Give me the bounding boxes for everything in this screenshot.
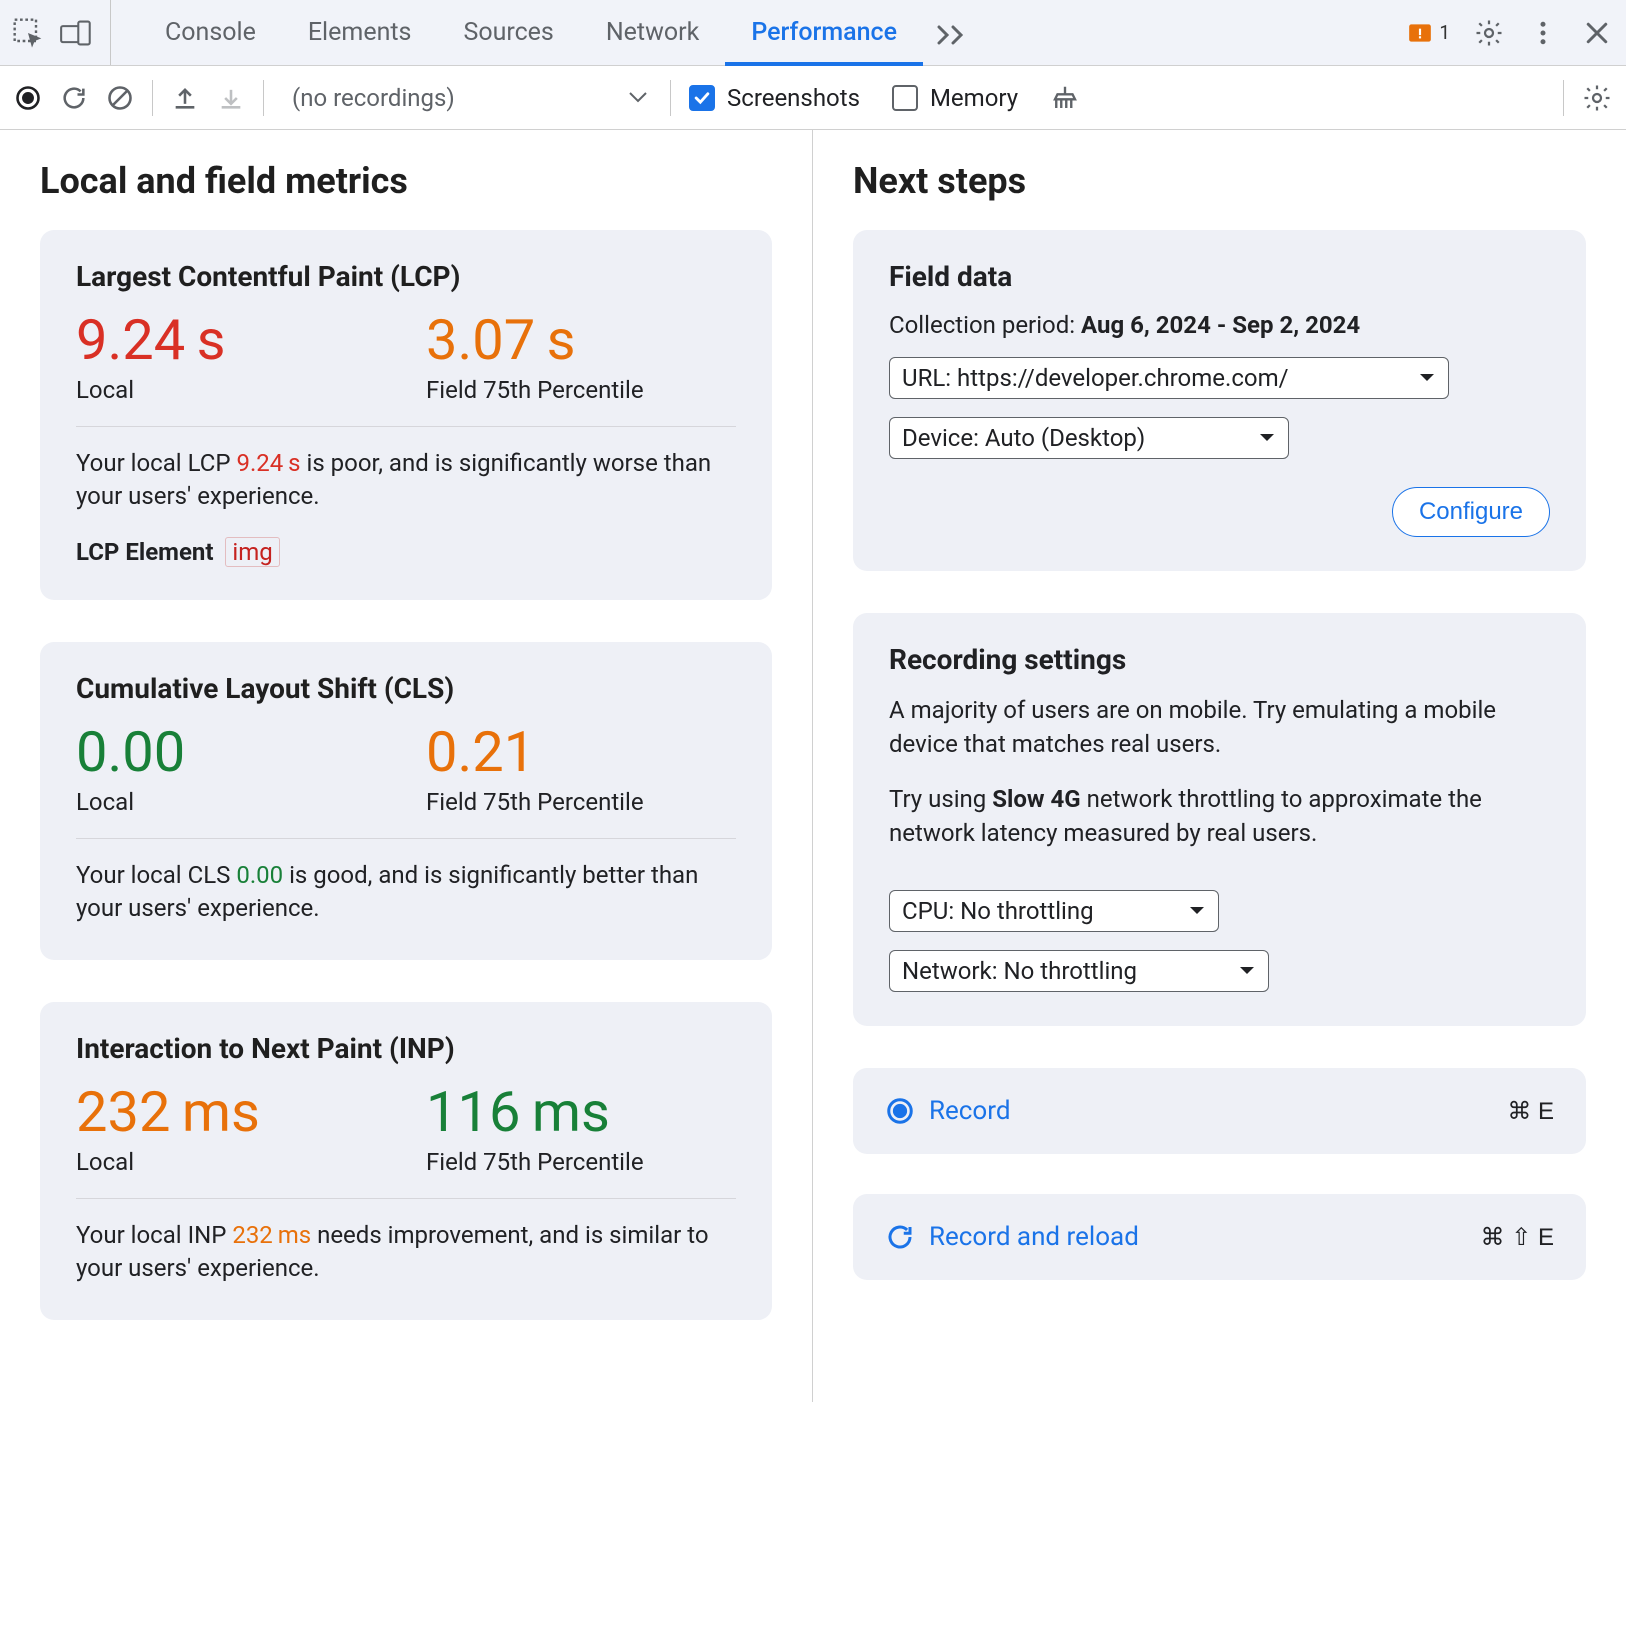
- lcp-field-label: Field 75th Percentile: [426, 376, 706, 404]
- record-shortcut: ⌘ E: [1507, 1097, 1554, 1126]
- lcp-field-value: 3.07 s: [426, 311, 706, 370]
- recordings-label: (no recordings): [292, 84, 455, 112]
- memory-label: Memory: [930, 84, 1018, 112]
- cls-card: Cumulative Layout Shift (CLS) 0.00 Local…: [40, 642, 772, 960]
- inp-card: Interaction to Next Paint (INP) 232 ms L…: [40, 1002, 772, 1320]
- screenshots-label: Screenshots: [727, 84, 860, 112]
- recording-settings-card: Recording settings A majority of users a…: [853, 613, 1586, 1026]
- tab-network[interactable]: Network: [580, 0, 725, 65]
- cls-title: Cumulative Layout Shift (CLS): [76, 672, 736, 705]
- chevron-down-icon: [628, 91, 648, 105]
- lcp-title: Largest Contentful Paint (LCP): [76, 260, 736, 293]
- cls-description: Your local CLS 0.00 is good, and is sign…: [76, 859, 736, 926]
- more-tabs-icon[interactable]: [935, 21, 969, 45]
- chevron-down-icon: [1418, 372, 1436, 384]
- cls-field-value: 0.21: [426, 723, 706, 782]
- tab-elements[interactable]: Elements: [282, 0, 438, 65]
- inp-local-label: Local: [76, 1148, 356, 1176]
- metrics-column: Local and field metrics Largest Contentf…: [0, 130, 813, 1402]
- lcp-description: Your local LCP 9.24 s is poor, and is si…: [76, 447, 736, 514]
- recording-desc-1: A majority of users are on mobile. Try e…: [889, 694, 1550, 761]
- reload-record-icon[interactable]: [60, 84, 88, 112]
- devtools-tabbar: Console Elements Sources Network Perform…: [0, 0, 1626, 66]
- inp-local-value: 232 ms: [76, 1083, 356, 1142]
- toolbar-options: Screenshots Memory: [689, 83, 1545, 113]
- cls-local-value: 0.00: [76, 723, 356, 782]
- record-reload-action[interactable]: Record and reload: [885, 1222, 1139, 1252]
- metrics-heading: Local and field metrics: [40, 160, 772, 202]
- collection-period: Collection period: Aug 6, 2024 - Sep 2, …: [889, 311, 1550, 339]
- tabbar-right: 1: [1407, 18, 1612, 48]
- cls-local-label: Local: [76, 788, 356, 816]
- toolbar-separator: [670, 80, 671, 116]
- inp-title: Interaction to Next Paint (INP): [76, 1032, 736, 1065]
- record-reload-shortcut: ⌘ ⇧ E: [1481, 1223, 1554, 1252]
- chevron-down-icon: [1188, 905, 1206, 917]
- next-steps-heading: Next steps: [853, 160, 1586, 202]
- inspect-element-icon[interactable]: [12, 17, 44, 49]
- record-button-icon[interactable]: [14, 84, 42, 112]
- next-steps-column: Next steps Field data Collection period:…: [813, 130, 1626, 1402]
- tab-console[interactable]: Console: [139, 0, 282, 65]
- cpu-throttling-select[interactable]: CPU: No throttling: [889, 890, 1219, 932]
- close-icon[interactable]: [1582, 18, 1612, 48]
- inp-field-value: 116 ms: [426, 1083, 706, 1142]
- inp-field-label: Field 75th Percentile: [426, 1148, 706, 1176]
- inp-description: Your local INP 232 ms needs improvement,…: [76, 1219, 736, 1286]
- kebab-menu-icon[interactable]: [1528, 18, 1558, 48]
- network-throttling-select[interactable]: Network: No throttling: [889, 950, 1269, 992]
- screenshots-checkbox[interactable]: [689, 85, 715, 111]
- recording-desc-2: Try using Slow 4G network throttling to …: [889, 783, 1550, 850]
- cls-field-label: Field 75th Percentile: [426, 788, 706, 816]
- lcp-local-value: 9.24 s: [76, 311, 356, 370]
- issues-badge[interactable]: 1: [1407, 20, 1450, 46]
- record-reload-action-card: Record and reload ⌘ ⇧ E: [853, 1194, 1586, 1280]
- tabbar-left-tools: [12, 0, 111, 65]
- toolbar-separator: [1563, 80, 1564, 116]
- lcp-card: Largest Contentful Paint (LCP) 9.24 s Lo…: [40, 230, 772, 600]
- field-data-card: Field data Collection period: Aug 6, 202…: [853, 230, 1586, 571]
- settings-gear-icon[interactable]: [1474, 18, 1504, 48]
- recordings-dropdown[interactable]: (no recordings): [282, 84, 652, 112]
- record-action[interactable]: Record: [885, 1096, 1010, 1126]
- chevron-down-icon: [1258, 432, 1276, 444]
- chevron-down-icon: [1238, 965, 1256, 977]
- main-content: Local and field metrics Largest Contentf…: [0, 130, 1626, 1402]
- recording-settings-title: Recording settings: [889, 643, 1550, 676]
- record-action-card: Record ⌘ E: [853, 1068, 1586, 1154]
- tab-performance[interactable]: Performance: [725, 0, 923, 65]
- toolbar-separator: [263, 80, 264, 116]
- tab-sources[interactable]: Sources: [437, 0, 579, 65]
- devtools-tabs: Console Elements Sources Network Perform…: [139, 0, 923, 65]
- toolbar-separator: [152, 80, 153, 116]
- issues-count: 1: [1439, 21, 1450, 44]
- lcp-element-row: LCP Element img: [76, 538, 736, 566]
- device-toolbar-icon[interactable]: [60, 17, 92, 49]
- garbage-collect-icon[interactable]: [1050, 83, 1080, 113]
- lcp-element-tag[interactable]: img: [225, 537, 279, 567]
- url-select[interactable]: URL: https://developer.chrome.com/: [889, 357, 1449, 399]
- device-select[interactable]: Device: Auto (Desktop): [889, 417, 1289, 459]
- performance-toolbar: (no recordings) Screenshots Memory: [0, 66, 1626, 130]
- lcp-local-label: Local: [76, 376, 356, 404]
- configure-button[interactable]: Configure: [1392, 487, 1550, 537]
- memory-checkbox[interactable]: [892, 85, 918, 111]
- panel-settings-gear-icon[interactable]: [1582, 83, 1612, 113]
- upload-profile-icon[interactable]: [171, 84, 199, 112]
- field-data-title: Field data: [889, 260, 1550, 293]
- clear-icon[interactable]: [106, 84, 134, 112]
- download-profile-icon[interactable]: [217, 84, 245, 112]
